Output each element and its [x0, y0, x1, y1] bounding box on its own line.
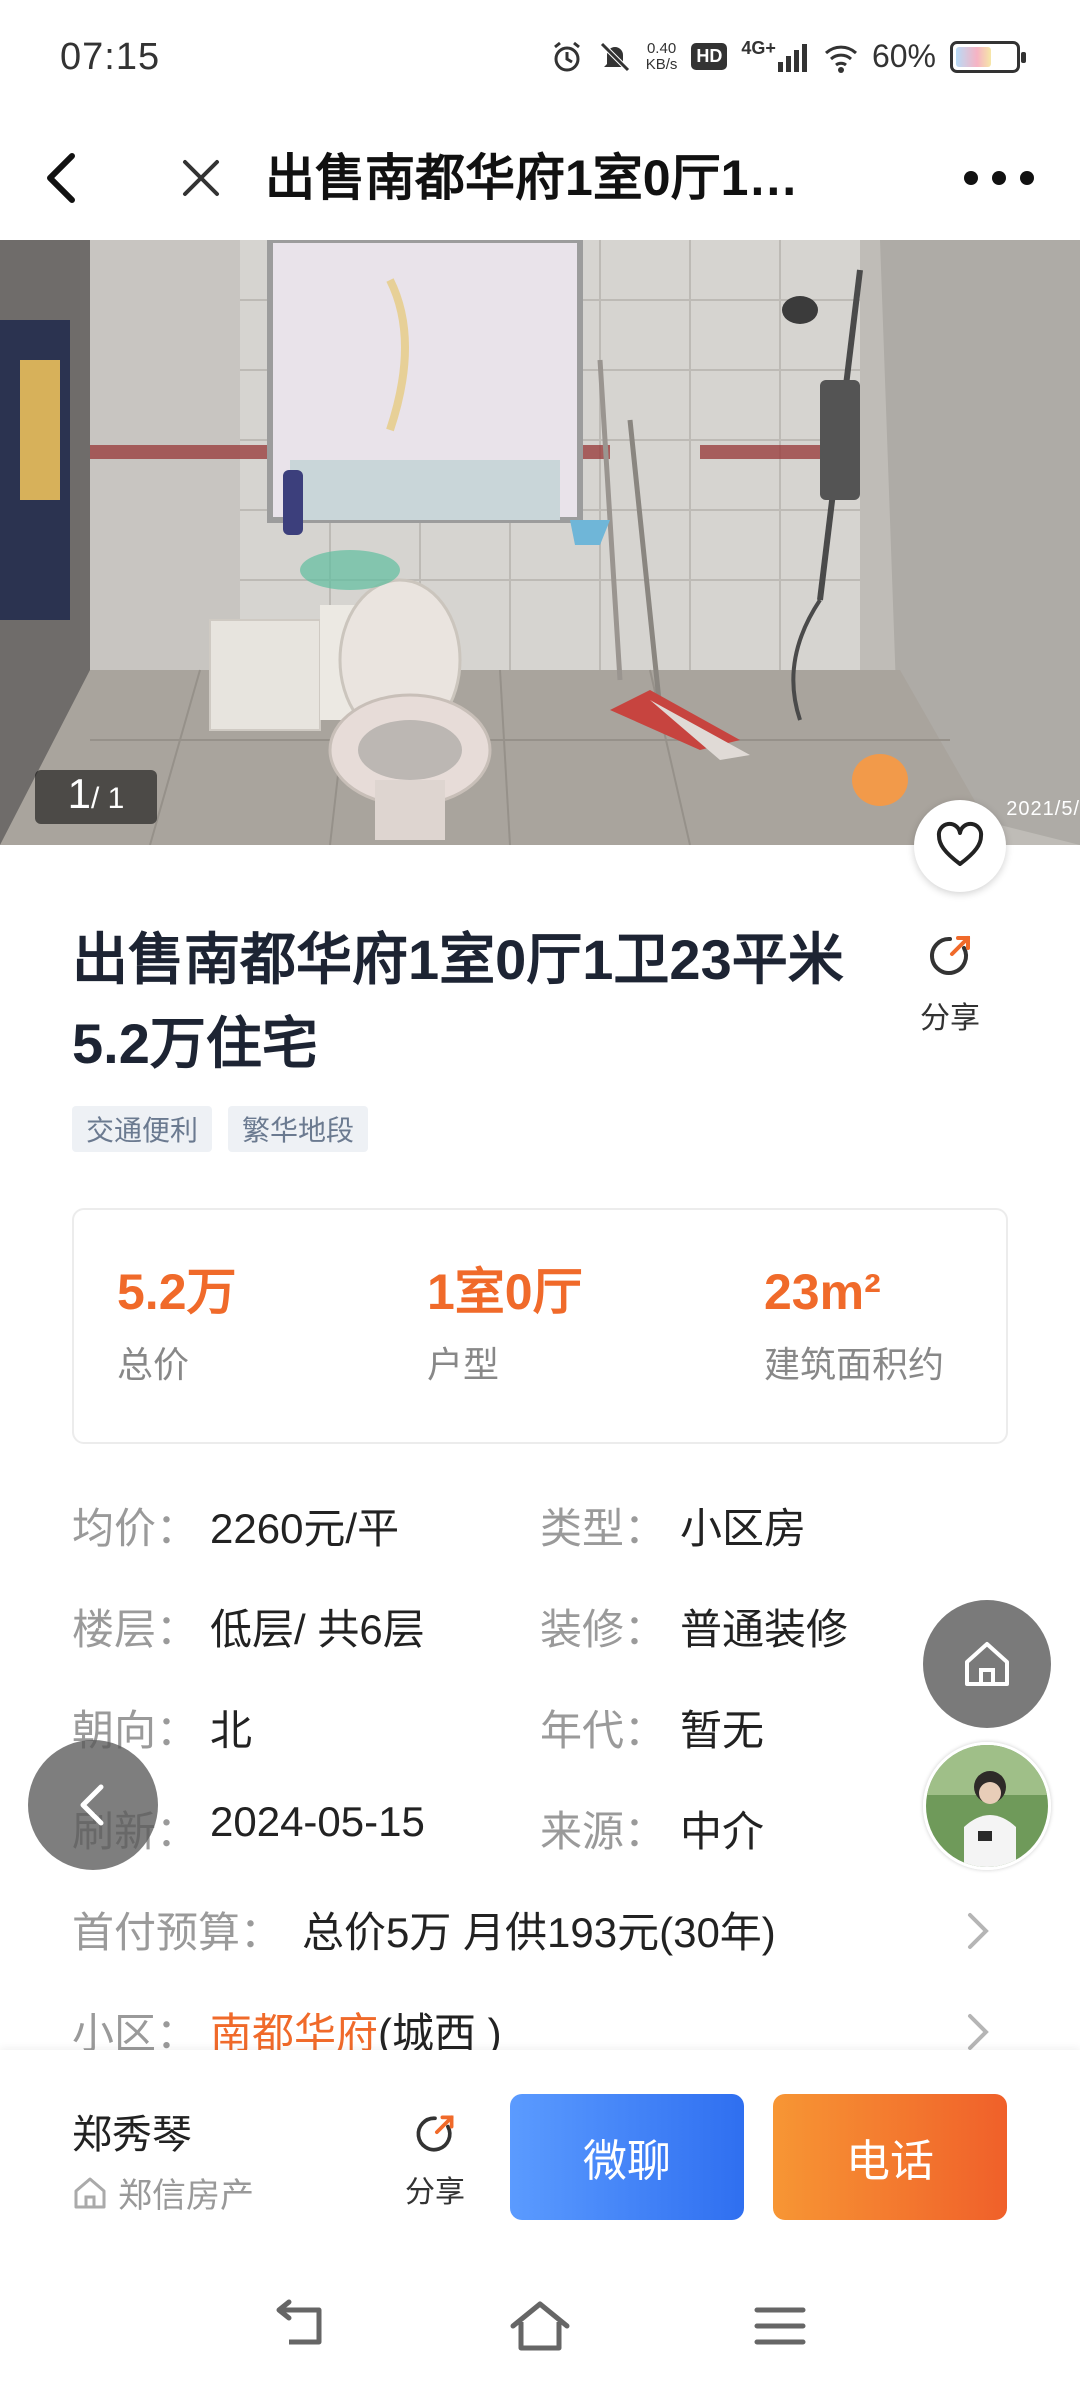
down-payment-key: 首付预算： [72, 1909, 283, 1956]
summary-area: 23m² 建筑面积约 [764, 1262, 944, 1388]
alarm-icon [553, 41, 580, 71]
more-icon [964, 171, 978, 185]
wifi-icon [824, 45, 857, 73]
back-arrow-icon [47, 153, 75, 203]
close-icon [183, 160, 219, 196]
system-navigation-bar [0, 2270, 1080, 2388]
listing-photo[interactable]: 1 / 1 2021/5/ [0, 240, 1080, 845]
summary-layout-label: 户型 [427, 1344, 500, 1385]
agent-company-name: 郑信房产 [118, 2177, 254, 2215]
more-icon-dot [1020, 171, 1034, 185]
share-icon [930, 936, 970, 975]
source-key: 来源： [540, 1808, 667, 1855]
home-icon [965, 1642, 1009, 1686]
floor-key: 楼层： [72, 1606, 199, 1653]
summary-area-value: 23m² [764, 1264, 881, 1320]
more-button[interactable] [954, 142, 1044, 214]
feature-tag: 繁华地段 [228, 1106, 369, 1152]
unit-price-value: 2260元/平 [210, 1505, 400, 1552]
nav-home-icon[interactable] [505, 2296, 575, 2356]
summary-price-label: 总价 [117, 1344, 190, 1385]
down-payment-row[interactable]: 首付预算： 总价5万 月供193元(30年) [72, 1899, 1008, 1959]
favorite-button[interactable] [914, 800, 1006, 892]
float-back-button[interactable] [28, 1740, 158, 1870]
year-value: 暂无 [680, 1707, 765, 1754]
down-payment-value: 总价5万 月供193元(30年) [302, 1909, 776, 1956]
summary-layout: 1室0厅 户型 [427, 1262, 583, 1388]
floor-value: 低层/ 共6层 [210, 1606, 425, 1653]
mute-icon [599, 41, 630, 72]
share-label-bottom: 分享 [405, 2176, 465, 2209]
agent-company: 郑信房产 [72, 2168, 254, 2217]
orient-value: 北 [210, 1707, 253, 1754]
more-icon-dot [992, 171, 1006, 185]
net-speed: 0.40 KB/s [645, 39, 678, 73]
feature-tags: 交通便利 繁华地段 [72, 1106, 369, 1152]
share-icon [416, 2115, 454, 2152]
photo-counter-current: 1 [67, 770, 91, 817]
chevron-left-icon [80, 1784, 104, 1826]
share-button-bottom[interactable]: 分享 [400, 2110, 470, 2211]
summary-layout-value: 1室0厅 [427, 1264, 583, 1320]
listing-headline: 出售南都华府1室0厅1卫23平米5.2万住宅 [72, 928, 844, 1075]
share-button-top[interactable]: 分享 [910, 930, 990, 1037]
detail-row: 刷新： 2024-05-15 来源： 中介 [72, 1798, 1008, 1858]
chat-button[interactable]: 微聊 [510, 2094, 744, 2220]
status-bar: 07:15 0.40 KB/s HD 4G+ 60% [0, 0, 1080, 118]
net-speed-value: 0.40 [646, 39, 677, 57]
page-title: 出售南都华府1室0厅1… [265, 150, 799, 206]
refresh-value: 2024-05-15 [210, 1798, 425, 1845]
agent-name: 郑秀琴 [72, 2113, 192, 2157]
network-type: 4G+ [741, 38, 776, 58]
bottom-action-bar: 郑秀琴 郑信房产 分享 微聊 电话 [0, 2050, 1080, 2270]
chevron-right-icon [968, 2014, 989, 2050]
photo-counter: 1 / 1 [35, 770, 157, 824]
chevron-right-icon [968, 1913, 989, 1949]
summary-price-value: 5.2万 [117, 1264, 237, 1320]
summary-area-label: 建筑面积约 [764, 1344, 945, 1385]
unit-price-key: 均价： [72, 1505, 199, 1552]
type-value: 小区房 [680, 1505, 807, 1552]
source-value: 中介 [680, 1808, 765, 1855]
bathroom-photo-illustration [0, 240, 1080, 845]
type-key: 类型： [540, 1505, 667, 1552]
agent-avatar-button[interactable] [923, 1742, 1051, 1870]
float-home-button[interactable] [923, 1600, 1051, 1728]
detail-row: 楼层： 低层/ 共6层 装修： 普通装修 [72, 1596, 1008, 1656]
battery-percent: 60% [871, 38, 936, 74]
detail-row: 均价： 2260元/平 类型： 小区房 [72, 1495, 1008, 1555]
close-button[interactable] [165, 142, 237, 214]
photo-counter-total: / 1 [91, 782, 125, 815]
status-time: 07:15 [60, 36, 161, 78]
decor-value: 普通装修 [680, 1606, 849, 1653]
summary-price: 5.2万 总价 [117, 1262, 237, 1388]
photo-date-stamp: 2021/5/ [1006, 798, 1080, 820]
decor-key: 装修： [540, 1606, 667, 1653]
hd-badge: HD [691, 43, 728, 70]
signal-icon [777, 43, 807, 72]
nav-menu-icon[interactable] [745, 2296, 815, 2356]
call-button[interactable]: 电话 [773, 2094, 1007, 2220]
feature-tag: 交通便利 [72, 1106, 213, 1152]
store-icon [74, 2177, 106, 2208]
back-button[interactable] [28, 142, 100, 214]
share-label-top: 分享 [920, 1002, 980, 1035]
heart-icon [936, 821, 984, 866]
avatar [926, 1745, 1048, 1867]
detail-row: 朝向： 北 年代： 暂无 [72, 1697, 1008, 1757]
title-bar: 出售南都华府1室0厅1… [0, 118, 1080, 240]
battery-icon [950, 40, 1026, 73]
net-speed-unit: KB/s [645, 55, 678, 73]
year-key: 年代： [540, 1707, 667, 1754]
summary-card: 5.2万 总价 1室0厅 户型 23m² 建筑面积约 [72, 1208, 1008, 1444]
status-icons: 0.40 KB/s HD 4G+ 60% [550, 38, 1026, 75]
nav-back-icon[interactable] [265, 2296, 335, 2356]
